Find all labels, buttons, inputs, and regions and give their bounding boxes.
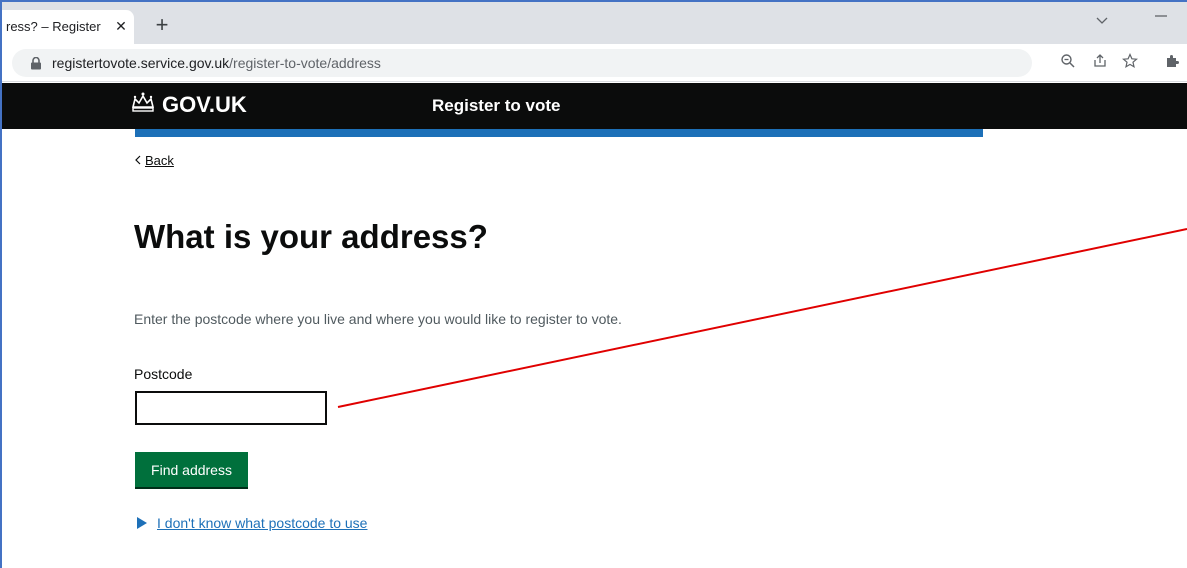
disclosure-triangle-icon[interactable]: [137, 517, 147, 529]
url-host: registertovote.service.gov.uk: [52, 55, 230, 71]
back-link-label: Back: [145, 153, 174, 168]
postcode-help-details[interactable]: I don't know what postcode to use: [137, 515, 367, 531]
postcode-hint: Enter the postcode where you live and wh…: [134, 311, 622, 327]
crown-icon: [130, 91, 156, 119]
bookmark-star-icon[interactable]: [1120, 53, 1140, 73]
chevron-left-icon: [134, 153, 141, 168]
address-bar[interactable]: registertovote.service.gov.uk/register-t…: [12, 49, 1032, 77]
find-address-button[interactable]: Find address: [135, 452, 248, 487]
tab-title: ress? – Register: [6, 19, 101, 34]
page-title: What is your address?: [134, 218, 488, 255]
govuk-logo[interactable]: GOV.UK: [130, 91, 247, 119]
extensions-icon[interactable]: [1162, 53, 1182, 73]
header-accent-bar: [135, 129, 983, 137]
browser-tab-strip: ress? – Register ✕ +: [2, 2, 1187, 44]
service-name[interactable]: Register to vote: [432, 96, 560, 116]
browser-tab[interactable]: ress? – Register ✕: [2, 10, 134, 44]
postcode-help-link[interactable]: I don't know what postcode to use: [157, 515, 367, 531]
new-tab-button[interactable]: +: [150, 14, 174, 38]
govuk-logo-text: GOV.UK: [162, 92, 247, 117]
zoom-icon[interactable]: [1058, 53, 1078, 73]
postcode-label: Postcode: [134, 366, 193, 382]
minimize-icon[interactable]: [1154, 8, 1168, 27]
url-path: /register-to-vote/address: [229, 55, 381, 71]
chevron-down-icon[interactable]: [1096, 14, 1108, 28]
back-link[interactable]: Back: [134, 153, 174, 168]
browser-toolbar: registertovote.service.gov.uk/register-t…: [2, 44, 1187, 82]
close-icon[interactable]: ✕: [112, 16, 130, 36]
govuk-header: GOV.UK Register to vote: [2, 83, 1187, 129]
share-icon[interactable]: [1090, 53, 1110, 73]
lock-icon[interactable]: [30, 56, 42, 70]
postcode-input[interactable]: [135, 391, 327, 425]
url-text[interactable]: registertovote.service.gov.uk/register-t…: [52, 55, 381, 71]
